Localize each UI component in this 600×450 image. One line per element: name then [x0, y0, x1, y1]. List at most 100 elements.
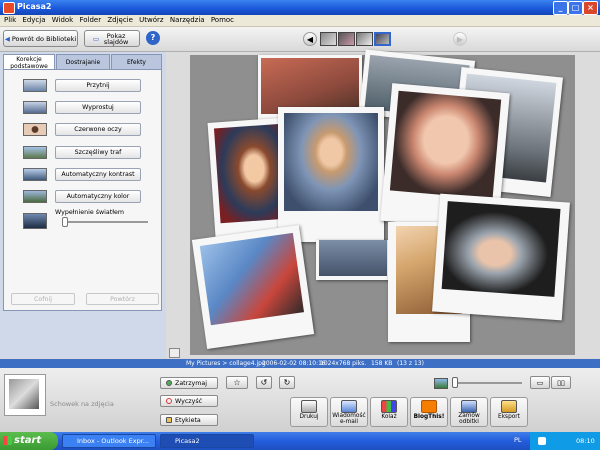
globe-icon: [461, 400, 477, 413]
collage-label: Kolaż: [381, 414, 397, 420]
photo-path: My Pictures > collage4.jpg: [186, 360, 266, 367]
blogthis-label: BlogThis!: [413, 414, 445, 420]
photo-date: 2006-02-02 08:10:16: [262, 360, 326, 367]
menu-view[interactable]: Widok: [52, 15, 74, 26]
collage-button[interactable]: Kolaż: [370, 397, 408, 427]
fill-light-label: Wypełnienie światłem: [55, 209, 125, 216]
photo-size: 158 KB: [371, 360, 393, 367]
menu-help[interactable]: Pomoc: [211, 15, 234, 26]
menu-picture[interactable]: Zdjęcie: [107, 15, 133, 26]
title-bar: Picasa2 _ □ ×: [0, 0, 600, 15]
next-photo-icon[interactable]: ▶: [453, 32, 467, 46]
menu-bar: Plik Edycja Widok Folder Zdjęcie Utwórz …: [0, 15, 600, 27]
label-icon: [166, 417, 172, 423]
order-prints-button[interactable]: Zamów odbitki: [450, 397, 488, 427]
maximize-button[interactable]: □: [568, 1, 583, 15]
fill-light-slider-handle[interactable]: [62, 217, 68, 227]
taskbar-item-outlook[interactable]: Inbox - Outlook Expr...: [62, 434, 156, 448]
print-button[interactable]: Drukuj: [290, 397, 328, 427]
minimize-button[interactable]: _: [553, 1, 568, 15]
hold-button[interactable]: Zatrzymaj: [160, 377, 218, 389]
auto-color-button[interactable]: Automatyczny kolor: [55, 190, 141, 203]
rotate-right-icon[interactable]: ↻: [279, 376, 295, 389]
fill-light-icon: [23, 213, 47, 229]
redo-button[interactable]: Powtórz: [86, 293, 159, 305]
red-eye-button[interactable]: Czerwone oczy: [55, 123, 141, 136]
email-icon: [341, 400, 357, 413]
zoom-slider-handle[interactable]: [452, 377, 458, 388]
undo-button[interactable]: Cofnij: [11, 293, 75, 305]
menu-file[interactable]: Plik: [4, 15, 16, 26]
straighten-button[interactable]: Wyprostuj: [55, 101, 141, 114]
collage-photo-group[interactable]: [191, 225, 315, 349]
windows-logo-icon: [3, 436, 12, 445]
clock: 08:10: [576, 437, 595, 445]
email-label: Wiadomość e-mail: [332, 413, 366, 425]
straighten-icon: [23, 101, 47, 114]
email-button[interactable]: Wiadomość e-mail: [330, 397, 368, 427]
export-label: Eksport: [498, 414, 520, 420]
filmstrip-thumbnail[interactable]: [338, 32, 355, 46]
rotate-left-icon[interactable]: ↺: [256, 376, 272, 389]
collage-photo-partial[interactable]: [316, 240, 390, 280]
red-eye-icon: [23, 123, 47, 136]
menu-create[interactable]: Utwórz: [139, 15, 163, 26]
photo-info-bar: My Pictures > collage4.jpg 2006-02-02 08…: [0, 359, 600, 368]
menu-folder[interactable]: Folder: [79, 15, 101, 26]
tab-tuning[interactable]: Dostrajanie: [56, 54, 110, 69]
filmstrip-thumbnail[interactable]: [356, 32, 373, 46]
edit-panel: Korekcje podstawowe Dostrajanie Efekty P…: [0, 52, 165, 358]
previous-photo-icon[interactable]: ◀: [303, 32, 317, 46]
tray-photo-thumbnail[interactable]: [4, 374, 46, 416]
basic-fixes-panel: Przytnij Wyprostuj Czerwone oczy Szczęśl…: [3, 69, 162, 311]
auto-contrast-icon: [23, 168, 47, 181]
back-arrow-icon: ◀: [4, 34, 10, 43]
collage-photo-tinsel-girl[interactable]: [432, 193, 570, 321]
menu-edit[interactable]: Edycja: [22, 15, 45, 26]
hold-icon: [166, 380, 172, 386]
tab-effects[interactable]: Efekty: [111, 54, 162, 69]
crop-icon: [23, 79, 47, 92]
label-button[interactable]: Etykieta: [160, 414, 218, 426]
fill-light-slider-track[interactable]: [62, 221, 148, 223]
star-icon[interactable]: ☆: [226, 376, 248, 389]
slideshow-icon: ▭: [92, 34, 100, 43]
export-button[interactable]: Eksport: [490, 397, 528, 427]
caption-toggle-icon[interactable]: [169, 348, 180, 358]
printer-icon: [301, 400, 317, 413]
auto-color-icon: [23, 190, 47, 203]
window-title: Picasa2: [17, 2, 52, 11]
back-to-library-button[interactable]: ◀ Powrót do Biblioteki: [3, 30, 78, 47]
menu-tools[interactable]: Narzędzia: [170, 15, 205, 26]
taskbar-item-picasa[interactable]: Picasa2: [160, 434, 254, 448]
tray-app-icon[interactable]: [538, 437, 546, 445]
slideshow-button[interactable]: ▭ Pokaz slajdów: [84, 30, 140, 47]
zoom-picture-icon: [434, 378, 448, 389]
single-view-icon[interactable]: ▭: [530, 376, 550, 389]
blogthis-button[interactable]: BlogThis!: [410, 397, 448, 427]
filmstrip-thumbnail-selected[interactable]: [374, 32, 391, 46]
compare-view-icon[interactable]: ▯▯: [551, 376, 571, 389]
slideshow-label: Pokaz slajdów: [103, 31, 129, 46]
back-to-library-label: Powrót do Biblioteki: [11, 34, 77, 43]
zoom-slider-track[interactable]: [452, 382, 522, 384]
tag-label: Etykieta: [175, 416, 201, 424]
windows-taskbar: start Inbox - Outlook Expr... Picasa2 PL…: [0, 432, 600, 450]
hold-label: Zatrzymaj: [175, 379, 208, 387]
start-label: start: [14, 435, 42, 446]
crop-button[interactable]: Przytnij: [55, 79, 141, 92]
im-feeling-lucky-icon: [23, 146, 47, 159]
auto-contrast-button[interactable]: Automatyczny kontrast: [55, 168, 141, 181]
photo-index: (13 z 13): [397, 360, 424, 367]
close-button[interactable]: ×: [583, 1, 598, 15]
im-feeling-lucky-button[interactable]: Szczęśliwy traf: [55, 146, 141, 159]
collage-photo-boy[interactable]: [278, 107, 384, 242]
filmstrip-thumbnail[interactable]: [320, 32, 337, 46]
help-icon[interactable]: ?: [146, 31, 160, 45]
tray-label: Schowek na zdjęcia: [50, 400, 114, 408]
print-label: Drukuj: [299, 414, 319, 420]
language-indicator[interactable]: PL: [514, 436, 522, 444]
start-button[interactable]: start: [0, 432, 58, 450]
tab-basic-fixes[interactable]: Korekcje podstawowe: [3, 54, 55, 70]
clear-button[interactable]: Wyczyść: [160, 395, 218, 407]
